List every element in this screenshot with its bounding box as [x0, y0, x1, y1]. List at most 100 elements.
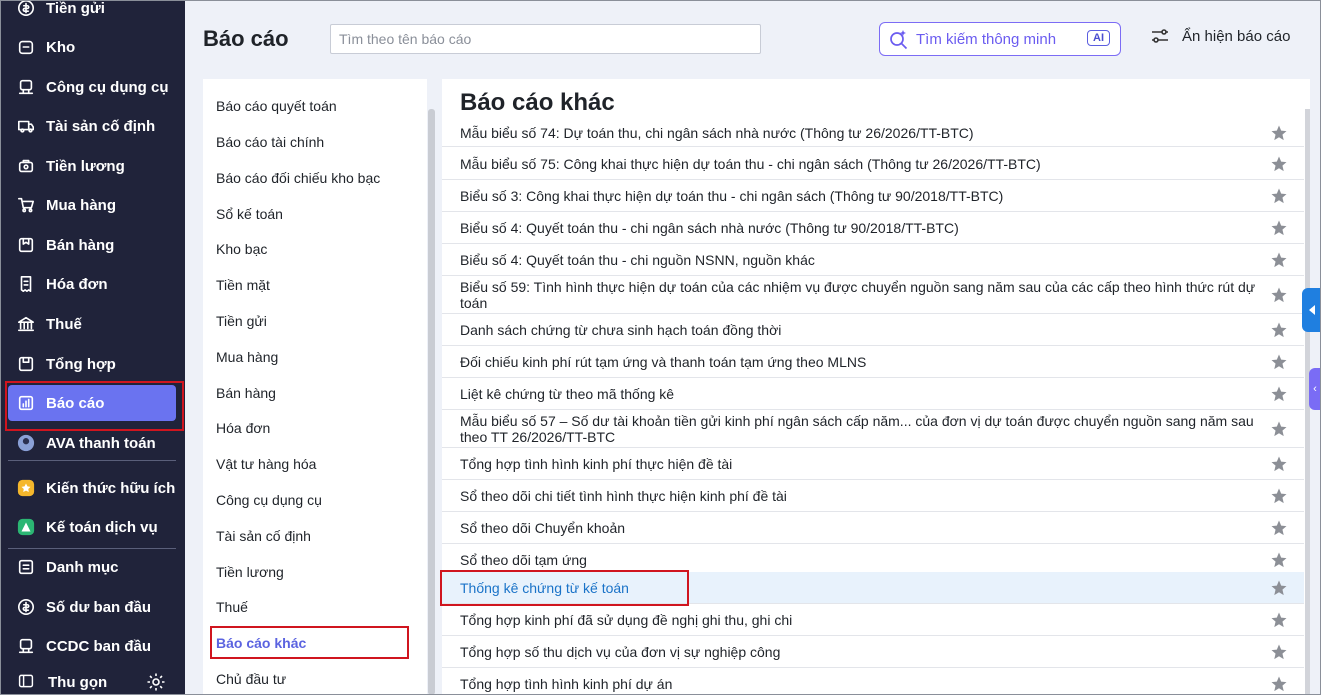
- report-row-label[interactable]: Danh sách chứng từ chưa sinh hạch toán đ…: [460, 322, 781, 338]
- side-drawer-handle[interactable]: ‹: [1309, 368, 1321, 410]
- favorite-star-icon[interactable]: [1270, 321, 1288, 339]
- favorite-star-icon[interactable]: [1270, 420, 1288, 438]
- report-row-label[interactable]: Đối chiếu kinh phí rút tạm ứng và thanh …: [460, 354, 866, 370]
- filter-sliders-icon: [1150, 26, 1182, 46]
- nav-item-kien-thuc[interactable]: Kiến thức hữu ích: [8, 470, 176, 506]
- report-row[interactable]: Mẫu biểu số 74: Dự toán thu, chi ngân sá…: [442, 119, 1304, 147]
- nav-item-ava[interactable]: AVA thanh toán: [8, 425, 176, 461]
- report-row-label[interactable]: Liệt kê chứng từ theo mã thống kê: [460, 386, 674, 402]
- category-item[interactable]: Sổ kế toán: [216, 206, 283, 222]
- report-row[interactable]: Tổng hợp kinh phí đã sử dụng đề nghị ghi…: [442, 604, 1304, 636]
- report-row[interactable]: Biểu số 59: Tình hình thực hiện dự toán …: [442, 276, 1304, 314]
- category-item[interactable]: Kho bạc: [216, 241, 267, 257]
- report-row-label[interactable]: Biểu số 3: Công khai thực hiện dự toán t…: [460, 188, 1003, 204]
- category-scrollbar[interactable]: [428, 109, 435, 695]
- report-row-label[interactable]: Mẫu biểu số 57 – Số dư tài khoản tiền gử…: [460, 413, 1264, 445]
- category-item[interactable]: Bán hàng: [216, 385, 276, 401]
- nav-item-label: Bán hàng: [46, 236, 115, 254]
- favorite-star-icon[interactable]: [1270, 487, 1288, 505]
- collapse-icon[interactable]: [18, 673, 34, 689]
- favorite-star-icon[interactable]: [1270, 219, 1288, 237]
- report-row[interactable]: Sổ theo dõi chi tiết tình hình thực hiện…: [442, 480, 1304, 512]
- report-row[interactable]: Mẫu biểu số 57 – Số dư tài khoản tiền gử…: [442, 410, 1304, 448]
- nav-item-danh-muc[interactable]: Danh mục: [8, 549, 176, 585]
- favorite-star-icon[interactable]: [1270, 187, 1288, 205]
- ai-badge: AI: [1087, 30, 1110, 46]
- settings-icon[interactable]: [146, 672, 166, 692]
- favorite-star-icon[interactable]: [1270, 579, 1288, 597]
- report-row-label[interactable]: Mẫu biểu số 74: Dự toán thu, chi ngân sá…: [460, 125, 974, 141]
- favorite-star-icon[interactable]: [1270, 551, 1288, 569]
- favorite-star-icon[interactable]: [1270, 286, 1288, 304]
- category-item[interactable]: Thuế: [216, 599, 248, 615]
- report-row[interactable]: Thống kê chứng từ kế toán: [442, 572, 1304, 604]
- report-row-label[interactable]: Sổ theo dõi Chuyển khoản: [460, 520, 625, 536]
- report-row[interactable]: Danh sách chứng từ chưa sinh hạch toán đ…: [442, 314, 1304, 346]
- favorite-star-icon[interactable]: [1270, 519, 1288, 537]
- nav-item-bao-cao[interactable]: Báo cáo: [8, 385, 176, 421]
- report-row-label[interactable]: Tổng hợp kinh phí đã sử dụng đề nghị ghi…: [460, 612, 792, 628]
- category-item[interactable]: Mua hàng: [216, 349, 278, 365]
- report-row-label[interactable]: Sổ theo dõi tạm ứng: [460, 552, 587, 568]
- favorite-star-icon[interactable]: [1270, 455, 1288, 473]
- report-row-label[interactable]: Tổng hợp tình hình kinh phí thực hiện đề…: [460, 456, 732, 472]
- report-row[interactable]: Sổ theo dõi Chuyển khoản: [442, 512, 1304, 544]
- report-row[interactable]: Liệt kê chứng từ theo mã thống kê: [442, 378, 1304, 410]
- nav-item-ke-toan-dich-vu[interactable]: Kế toán dịch vụ: [8, 509, 176, 545]
- category-item[interactable]: Chủ đầu tư: [216, 671, 286, 687]
- nav-item-tai-san[interactable]: Tài sản cố định: [8, 108, 176, 144]
- side-panel-toggle[interactable]: [1302, 288, 1321, 332]
- report-row-label[interactable]: Tổng hợp tình hình kinh phí dự án: [460, 676, 672, 692]
- category-item[interactable]: Tiền mặt: [216, 277, 270, 293]
- nav-item-so-du[interactable]: Số dư ban đầu: [8, 589, 176, 625]
- report-row-label[interactable]: Mẫu biểu số 75: Công khai thực hiện dự t…: [460, 156, 1041, 172]
- nav-item-thue[interactable]: Thuế: [8, 306, 176, 342]
- report-row-label[interactable]: Biểu số 4: Quyết toán thu - chi nguồn NS…: [460, 252, 815, 268]
- category-item[interactable]: Báo cáo tài chính: [216, 134, 324, 150]
- favorite-star-icon[interactable]: [1270, 385, 1288, 403]
- report-row-label[interactable]: Thống kê chứng từ kế toán: [460, 580, 629, 596]
- report-row-label[interactable]: Tổng hợp số thu dịch vụ của đơn vị sự ng…: [460, 644, 780, 660]
- favorite-star-icon[interactable]: [1270, 124, 1288, 142]
- nav-item-tien-gui[interactable]: Tiền gửi: [8, 0, 176, 26]
- category-item[interactable]: Vật tư hàng hóa: [216, 456, 316, 472]
- category-item[interactable]: Báo cáo đối chiếu kho bạc: [216, 170, 380, 186]
- favorite-star-icon[interactable]: [1270, 611, 1288, 629]
- nav-item-ban-hang[interactable]: Bán hàng: [8, 227, 176, 263]
- collapse-button[interactable]: Thu gọn: [48, 674, 107, 691]
- nav-item-kho[interactable]: Kho: [8, 29, 176, 65]
- favorite-star-icon[interactable]: [1270, 675, 1288, 693]
- report-row-label[interactable]: Sổ theo dõi chi tiết tình hình thực hiện…: [460, 488, 787, 504]
- nav-item-hoa-don[interactable]: Hóa đơn: [8, 266, 176, 302]
- category-item[interactable]: Báo cáo quyết toán: [216, 98, 337, 114]
- category-item-active[interactable]: Báo cáo khác: [216, 635, 306, 651]
- favorite-star-icon[interactable]: [1270, 643, 1288, 661]
- smart-search-button[interactable]: Tìm kiếm thông minh AI: [879, 22, 1121, 56]
- report-row[interactable]: Đối chiếu kinh phí rút tạm ứng và thanh …: [442, 346, 1304, 378]
- nav-item-mua-hang[interactable]: Mua hàng: [8, 187, 176, 223]
- nav-item-ccdc[interactable]: CCDC ban đầu: [8, 628, 176, 664]
- report-row[interactable]: Biểu số 4: Quyết toán thu - chi ngân sác…: [442, 212, 1304, 244]
- category-item[interactable]: Tiền gửi: [216, 313, 267, 329]
- category-item[interactable]: Tiền lương: [216, 564, 284, 580]
- report-row-label[interactable]: Biểu số 4: Quyết toán thu - chi ngân sác…: [460, 220, 959, 236]
- report-row[interactable]: Tổng hợp số thu dịch vụ của đơn vị sự ng…: [442, 636, 1304, 668]
- category-item[interactable]: Hóa đơn: [216, 420, 270, 436]
- report-row-label[interactable]: Biểu số 59: Tình hình thực hiện dự toán …: [460, 279, 1264, 311]
- nav-item-cong-cu[interactable]: Công cụ dụng cụ: [8, 69, 176, 105]
- nav-item-tien-luong[interactable]: Tiền lương: [8, 148, 176, 184]
- report-row[interactable]: Biểu số 4: Quyết toán thu - chi nguồn NS…: [442, 244, 1304, 276]
- report-row[interactable]: Mẫu biểu số 75: Công khai thực hiện dự t…: [442, 148, 1304, 180]
- toggle-reports-button[interactable]: Ẩn hiện báo cáo: [1150, 26, 1290, 46]
- favorite-star-icon[interactable]: [1270, 251, 1288, 269]
- category-item[interactable]: Tài sản cố định: [216, 528, 311, 544]
- report-row[interactable]: Tổng hợp tình hình kinh phí thực hiện đề…: [442, 448, 1304, 480]
- report-row[interactable]: Tổng hợp tình hình kinh phí dự án: [442, 668, 1304, 695]
- report-row[interactable]: Biểu số 3: Công khai thực hiện dự toán t…: [442, 180, 1304, 212]
- favorite-star-icon[interactable]: [1270, 155, 1288, 173]
- category-item[interactable]: Công cụ dụng cụ: [216, 492, 322, 508]
- nav-item-tong-hop[interactable]: Tổng hợp: [8, 346, 176, 382]
- favorite-star-icon[interactable]: [1270, 353, 1288, 371]
- nav-item-label: Tổng hợp: [46, 355, 116, 373]
- search-input[interactable]: [330, 24, 761, 54]
